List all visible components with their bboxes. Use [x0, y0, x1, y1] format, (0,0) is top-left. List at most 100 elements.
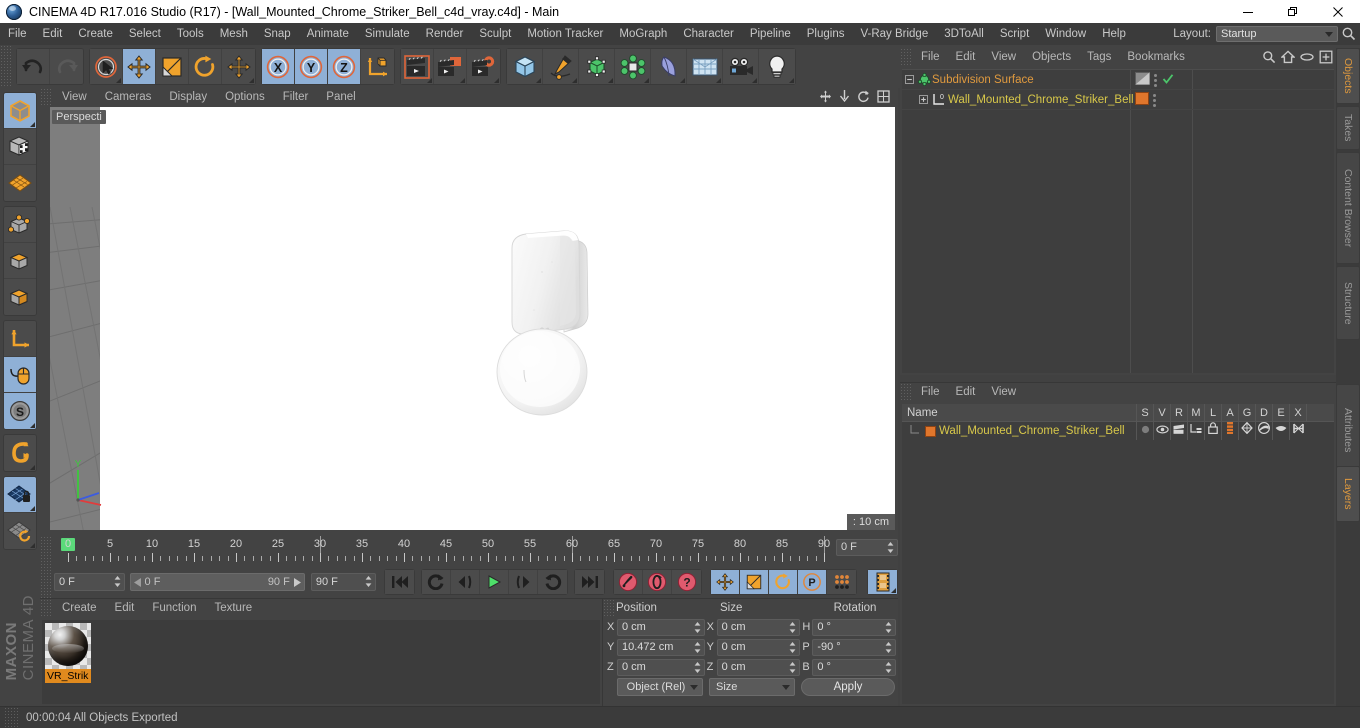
world-object-coordinate-button[interactable]	[361, 49, 394, 84]
vertical-tab-takes[interactable]: Takes	[1336, 106, 1360, 150]
object-menu-edit[interactable]: Edit	[948, 48, 984, 67]
menu-mesh[interactable]: Mesh	[212, 23, 256, 45]
snap-toggle-button[interactable]: S	[4, 393, 36, 429]
menu-simulate[interactable]: Simulate	[357, 23, 418, 45]
viewport-grip[interactable]	[40, 88, 53, 107]
size-z-field[interactable]: 0 cm	[716, 658, 801, 676]
make-editable-button[interactable]	[4, 93, 36, 129]
menu-plugins[interactable]: Plugins	[799, 23, 853, 45]
rewind-loop-button[interactable]	[422, 570, 451, 594]
record-position-button[interactable]	[711, 570, 740, 594]
rotate-tool-button[interactable]	[189, 49, 222, 84]
expand-toggle-icon[interactable]	[916, 95, 930, 104]
menu-pipeline[interactable]: Pipeline	[742, 23, 799, 45]
layer-lock-cell[interactable]	[1204, 422, 1221, 440]
position-y-field[interactable]: 10.472 cm	[617, 638, 705, 656]
polygon-grid-button[interactable]	[4, 165, 36, 201]
coordinates-grip[interactable]	[603, 599, 616, 617]
timeline-grip[interactable]	[40, 536, 51, 566]
vertical-tab-content-browser[interactable]: Content Browser	[1336, 152, 1360, 264]
material-grip[interactable]	[40, 599, 53, 618]
current-frame-field[interactable]: 0 F	[54, 573, 125, 591]
object-tree[interactable]: Subdivision Surface 0 Wall_Mounted_Chrom…	[902, 69, 1334, 373]
texture-mode-button[interactable]	[4, 129, 36, 165]
go-to-start-button[interactable]	[385, 570, 414, 594]
camera-button[interactable]	[723, 49, 759, 84]
menu-sculpt[interactable]: Sculpt	[471, 23, 519, 45]
menu-mograph[interactable]: MoGraph	[611, 23, 675, 45]
vertical-tab-objects[interactable]: Objects	[1336, 48, 1360, 104]
search-icon[interactable]	[1341, 26, 1357, 42]
menu-render[interactable]: Render	[418, 23, 472, 45]
record-keyframe-button[interactable]	[614, 570, 643, 594]
size-mode-dropdown[interactable]: Size	[709, 678, 795, 696]
menu-edit[interactable]: Edit	[35, 23, 71, 45]
layer-column-v[interactable]: V	[1153, 403, 1170, 422]
vertical-tab-layers[interactable]: Layers	[1336, 466, 1360, 522]
menu-script[interactable]: Script	[992, 23, 1037, 45]
material-menu-texture[interactable]: Texture	[205, 599, 261, 618]
point-mode-button[interactable]	[4, 207, 36, 243]
coordinate-mode-dropdown[interactable]: Object (Rel)	[617, 678, 703, 696]
layer-column-d[interactable]: D	[1255, 403, 1272, 422]
close-button[interactable]	[1315, 0, 1360, 23]
layer-menu-file[interactable]: File	[913, 383, 948, 402]
enabled-check-icon[interactable]	[1162, 73, 1174, 88]
nurbs-deformer-button[interactable]	[579, 49, 615, 84]
deformer-bend-button[interactable]	[651, 49, 687, 84]
keyframe-help-button[interactable]: ?	[672, 570, 701, 594]
render-view-button[interactable]	[401, 49, 434, 84]
menu-animate[interactable]: Animate	[299, 23, 357, 45]
step-back-button[interactable]	[451, 570, 480, 594]
material-item[interactable]: VR_Strik	[45, 623, 91, 685]
z-axis-lock-button[interactable]: Z	[328, 49, 361, 84]
layer-visible-cell[interactable]	[1153, 422, 1170, 440]
viewport-menu-filter[interactable]: Filter	[274, 88, 318, 107]
object-menu-view[interactable]: View	[983, 48, 1024, 67]
redo-button[interactable]	[50, 49, 83, 84]
scene-environment-button[interactable]	[687, 49, 723, 84]
menu-create[interactable]: Create	[70, 23, 121, 45]
layer-animation-cell[interactable]	[1221, 422, 1238, 440]
layer-manager-grip[interactable]	[900, 383, 913, 402]
apply-button[interactable]: Apply	[801, 678, 895, 696]
light-button[interactable]	[759, 49, 795, 84]
layer-solo-cell[interactable]	[1136, 422, 1153, 440]
vertical-tab-structure[interactable]: Structure	[1336, 266, 1360, 340]
object-menu-file[interactable]: File	[913, 48, 948, 67]
magnet-tool-button[interactable]	[4, 435, 36, 471]
layer-list[interactable]: Name SVRMLAGDEX Wall_Mounted_Chrome_Stri…	[902, 403, 1334, 704]
mograph-cloner-button[interactable]	[615, 49, 651, 84]
layer-xref-cell[interactable]	[1289, 422, 1306, 440]
layer-generator-cell[interactable]	[1238, 421, 1255, 440]
y-axis-lock-button[interactable]: Y	[295, 49, 328, 84]
move-axis-tool-button[interactable]	[222, 49, 255, 84]
size-x-field[interactable]: 0 cm	[716, 618, 801, 636]
size-y-field[interactable]: 0 cm	[716, 638, 801, 656]
object-manager-grip[interactable]	[900, 48, 913, 67]
status-bar-grip[interactable]	[4, 706, 20, 728]
layer-column-e[interactable]: E	[1272, 403, 1289, 422]
rotation-b-field[interactable]: 0 °	[812, 658, 896, 676]
layer-column-m[interactable]: M	[1187, 403, 1204, 422]
layout-dropdown[interactable]: Startup	[1216, 26, 1338, 42]
layer-column-l[interactable]: L	[1204, 403, 1221, 422]
mouse-input-button[interactable]	[4, 357, 36, 393]
viewport-menu-view[interactable]: View	[53, 88, 96, 107]
playbar-grip[interactable]	[40, 566, 51, 598]
material-tag-icon[interactable]	[1135, 92, 1149, 108]
viewport-menu-display[interactable]: Display	[160, 88, 216, 107]
viewport-menu-options[interactable]: Options	[216, 88, 274, 107]
menu-motion-tracker[interactable]: Motion Tracker	[519, 23, 611, 45]
object-row-subdivision-surface[interactable]: Subdivision Surface	[902, 70, 1334, 90]
cube-primitive-button[interactable]	[507, 49, 543, 84]
x-axis-lock-button[interactable]: X	[262, 49, 295, 84]
rotation-h-field[interactable]: 0 °	[812, 618, 896, 636]
viewport-menu-cameras[interactable]: Cameras	[96, 88, 161, 107]
frame-range-slider[interactable]: 0 F 90 F	[129, 573, 305, 591]
rotation-p-field[interactable]: -90 °	[812, 638, 896, 656]
object-row-wall-mounted-chrome-striker-bell[interactable]: 0 Wall_Mounted_Chrome_Striker_Bell	[902, 90, 1334, 110]
object-menu-tags[interactable]: Tags	[1079, 48, 1119, 67]
object-menu-bookmarks[interactable]: Bookmarks	[1119, 48, 1193, 67]
vertical-tab-attributes[interactable]: Attributes	[1336, 384, 1360, 476]
